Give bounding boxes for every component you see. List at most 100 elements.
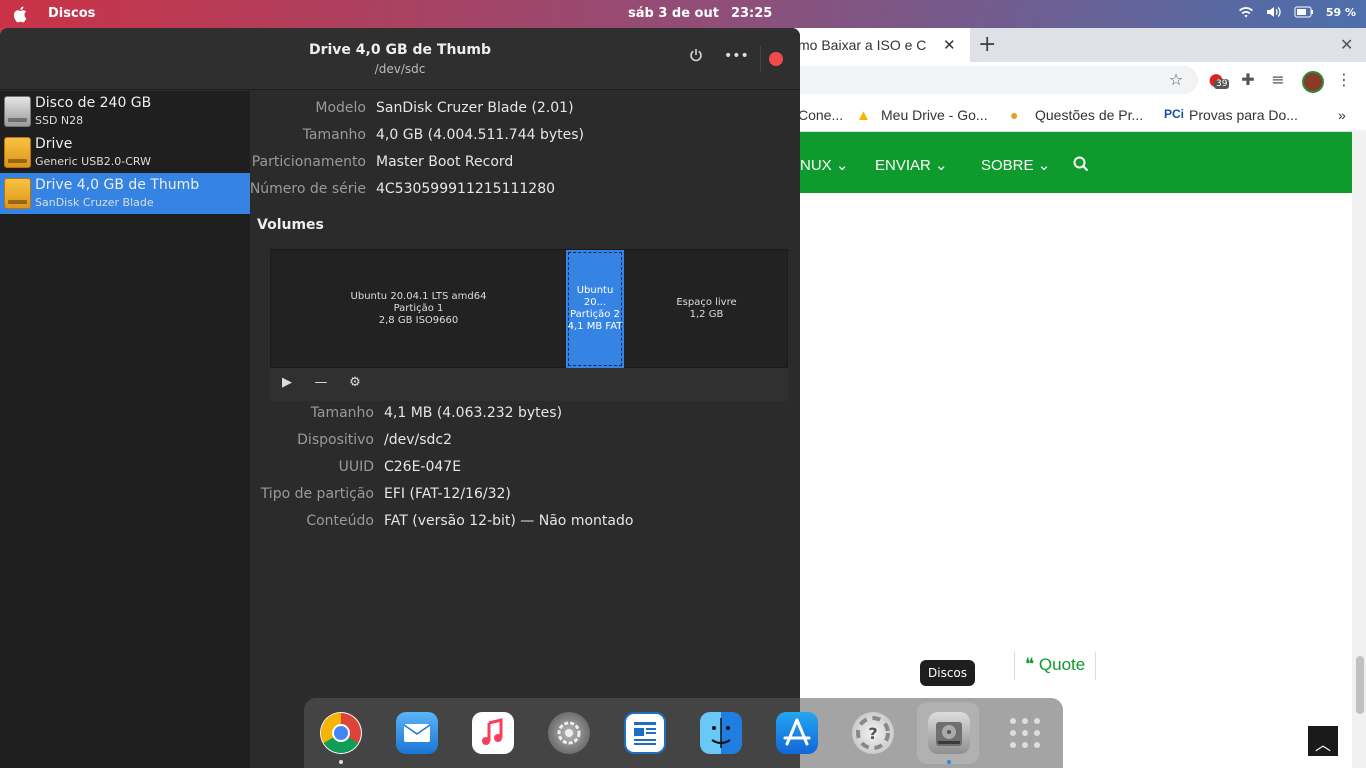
scroll-thumb[interactable] bbox=[1356, 656, 1364, 714]
partition-settings-button[interactable]: ⚙ bbox=[346, 375, 364, 393]
drive-item-card-reader[interactable]: Drive Generic USB2.0-CRW bbox=[0, 132, 250, 173]
media-queue-icon[interactable]: ≡ bbox=[1268, 70, 1288, 90]
volume-free-space[interactable]: Espaço livre 1,2 GB bbox=[624, 250, 789, 368]
tab-title: mo Baixar a ISO e C bbox=[798, 37, 927, 53]
more-bookmarks-icon[interactable]: » bbox=[1338, 107, 1346, 123]
window-close-icon[interactable]: ✕ bbox=[1340, 35, 1353, 54]
dock-tooltip: Discos bbox=[920, 660, 976, 686]
prop-label: Tamanho bbox=[310, 405, 374, 421]
drive-desc: Generic USB2.0-CRW bbox=[35, 155, 151, 168]
system-preferences-icon[interactable] bbox=[548, 712, 590, 754]
prop-label: Tipo de partição bbox=[260, 486, 374, 502]
address-bar[interactable] bbox=[790, 66, 1198, 94]
hard-disk-icon bbox=[4, 96, 31, 127]
pci-logo-icon: PCi bbox=[1164, 107, 1185, 121]
close-button[interactable] bbox=[769, 52, 783, 66]
extensions-icon[interactable]: ✚ bbox=[1238, 70, 1258, 90]
bookmark-item[interactable]: Meu Drive - Go... bbox=[881, 107, 988, 123]
delete-partition-button[interactable]: — bbox=[312, 375, 330, 393]
power-icon bbox=[690, 49, 702, 62]
nav-item-sobre[interactable]: SOBRE ⌄ bbox=[981, 156, 1050, 174]
drive-name: Drive bbox=[35, 136, 73, 152]
prop-label: Conteúdo bbox=[306, 513, 374, 529]
battery-icon[interactable] bbox=[1294, 6, 1314, 18]
volume-partition: Partição 1 bbox=[393, 303, 444, 314]
prop-volume-size: Tamanho 4,1 MB (4.063.232 bytes) bbox=[250, 405, 800, 425]
drive-item-thumb[interactable]: Drive 4,0 GB de Thumb SanDisk Cruzer Bla… bbox=[0, 173, 250, 214]
new-tab-icon[interactable]: + bbox=[978, 32, 996, 57]
running-indicator bbox=[339, 760, 343, 764]
gear-icon: ⚙ bbox=[349, 375, 361, 390]
more-options-button[interactable]: ••• bbox=[724, 48, 749, 70]
prop-model: Modelo SanDisk Cruzer Blade (2.01) bbox=[250, 100, 800, 120]
volume-map: Ubuntu 20.04.1 LTS amd64 Partição 1 2,8 … bbox=[270, 249, 788, 368]
bookmark-item[interactable]: Provas para Do... bbox=[1189, 107, 1298, 123]
svg-text:?: ? bbox=[868, 724, 877, 743]
volume-name: Espaço livre bbox=[676, 297, 737, 308]
volume-icon[interactable] bbox=[1266, 5, 1282, 19]
bookmark-item[interactable]: Questões de Pr... bbox=[1035, 107, 1143, 123]
volume-size: 4,1 MB FAT bbox=[567, 321, 623, 332]
date: sáb 3 de out bbox=[628, 6, 719, 21]
chevron-down-icon: ⌄ bbox=[835, 157, 849, 174]
nav-item[interactable]: NUX ⌄ bbox=[800, 156, 848, 174]
drive-desc: SSD N28 bbox=[35, 114, 84, 127]
clock[interactable]: sáb 3 de out 23:25 bbox=[628, 6, 772, 21]
app-store-icon[interactable] bbox=[776, 712, 818, 754]
nav-item-label: SOBRE bbox=[981, 157, 1034, 174]
quote-label: Quote bbox=[1038, 655, 1086, 674]
chevron-up-icon: ︿ bbox=[1314, 735, 1331, 754]
prop-size: Tamanho 4,0 GB (4.004.511.744 bytes) bbox=[250, 127, 800, 147]
disks-window: Drive 4,0 GB de Thumb /dev/sdc ••• Disco… bbox=[0, 28, 800, 768]
menu-kebab-icon[interactable]: ⋮ bbox=[1334, 70, 1354, 90]
disks-icon[interactable] bbox=[928, 712, 970, 754]
power-off-button[interactable] bbox=[684, 48, 708, 70]
wifi-icon[interactable] bbox=[1238, 5, 1254, 19]
volume-partition-2[interactable]: Ubuntu 20... Partição 2 4,1 MB FAT bbox=[566, 250, 624, 368]
chrome-icon[interactable] bbox=[320, 712, 362, 754]
running-indicator bbox=[947, 760, 951, 764]
prop-value: C26E-047E bbox=[384, 459, 462, 475]
tab-close-icon[interactable]: ✕ bbox=[943, 36, 956, 54]
scroll-to-top-button[interactable]: ︿ bbox=[1308, 726, 1338, 756]
battery-percentage: 59 % bbox=[1325, 5, 1356, 19]
documents-icon[interactable] bbox=[624, 712, 666, 754]
mount-button[interactable]: ▶ bbox=[278, 375, 296, 393]
header-bar: Drive 4,0 GB de Thumb /dev/sdc ••• bbox=[0, 28, 800, 90]
volume-partition: Partição 2 bbox=[570, 309, 620, 320]
launchpad-icon[interactable] bbox=[1004, 712, 1046, 754]
bookmark-item[interactable]: Cone... bbox=[798, 107, 843, 123]
music-icon[interactable] bbox=[472, 712, 514, 754]
prop-value: /dev/sdc2 bbox=[384, 432, 453, 448]
chevron-down-icon: ⌄ bbox=[1037, 157, 1051, 174]
drive-details: Modelo SanDisk Cruzer Blade (2.01) Taman… bbox=[250, 91, 800, 768]
help-icon[interactable]: ? bbox=[852, 712, 894, 754]
search-icon[interactable] bbox=[1073, 156, 1089, 172]
window-subtitle: /dev/sdc bbox=[374, 62, 426, 76]
drive-item-240gb[interactable]: Disco de 240 GB SSD N28 bbox=[0, 91, 250, 132]
top-bar: Discos sáb 3 de out 23:25 59 % bbox=[0, 0, 1366, 28]
prop-value: 4C530599911215111280 bbox=[376, 181, 556, 197]
mail-icon[interactable] bbox=[396, 712, 438, 754]
chevron-down-icon: ⌄ bbox=[935, 157, 948, 174]
prop-partition-type: Tipo de partição EFI (FAT-12/16/32) bbox=[250, 486, 800, 506]
nav-item-label: ENVIAR bbox=[875, 157, 931, 174]
volume-name: Ubuntu 20.04.1 LTS amd64 bbox=[350, 291, 487, 302]
prop-partitioning: Particionamento Master Boot Record bbox=[250, 154, 800, 174]
usb-drive-icon bbox=[4, 178, 31, 209]
profile-avatar[interactable] bbox=[1302, 71, 1324, 93]
ellipsis-icon: ••• bbox=[724, 48, 749, 64]
apple-menu-icon[interactable] bbox=[12, 5, 30, 23]
quote-button[interactable]: ❝ Quote bbox=[1014, 652, 1097, 680]
app-name[interactable]: Discos bbox=[48, 6, 95, 21]
drive-desc: SanDisk Cruzer Blade bbox=[35, 196, 154, 209]
volume-partition-1[interactable]: Ubuntu 20.04.1 LTS amd64 Partição 1 2,8 … bbox=[271, 250, 566, 368]
star-icon[interactable]: ☆ bbox=[1166, 70, 1186, 90]
finder-icon[interactable] bbox=[700, 712, 742, 754]
time: 23:25 bbox=[730, 6, 773, 21]
prop-value: 4,1 MB (4.063.232 bytes) bbox=[384, 405, 563, 421]
separator bbox=[760, 46, 761, 72]
nav-item-enviar[interactable]: ENVIAR ⌄ bbox=[875, 156, 948, 174]
drive-name: Drive 4,0 GB de Thumb bbox=[35, 177, 200, 193]
notification-badge: 39 bbox=[1214, 79, 1230, 89]
